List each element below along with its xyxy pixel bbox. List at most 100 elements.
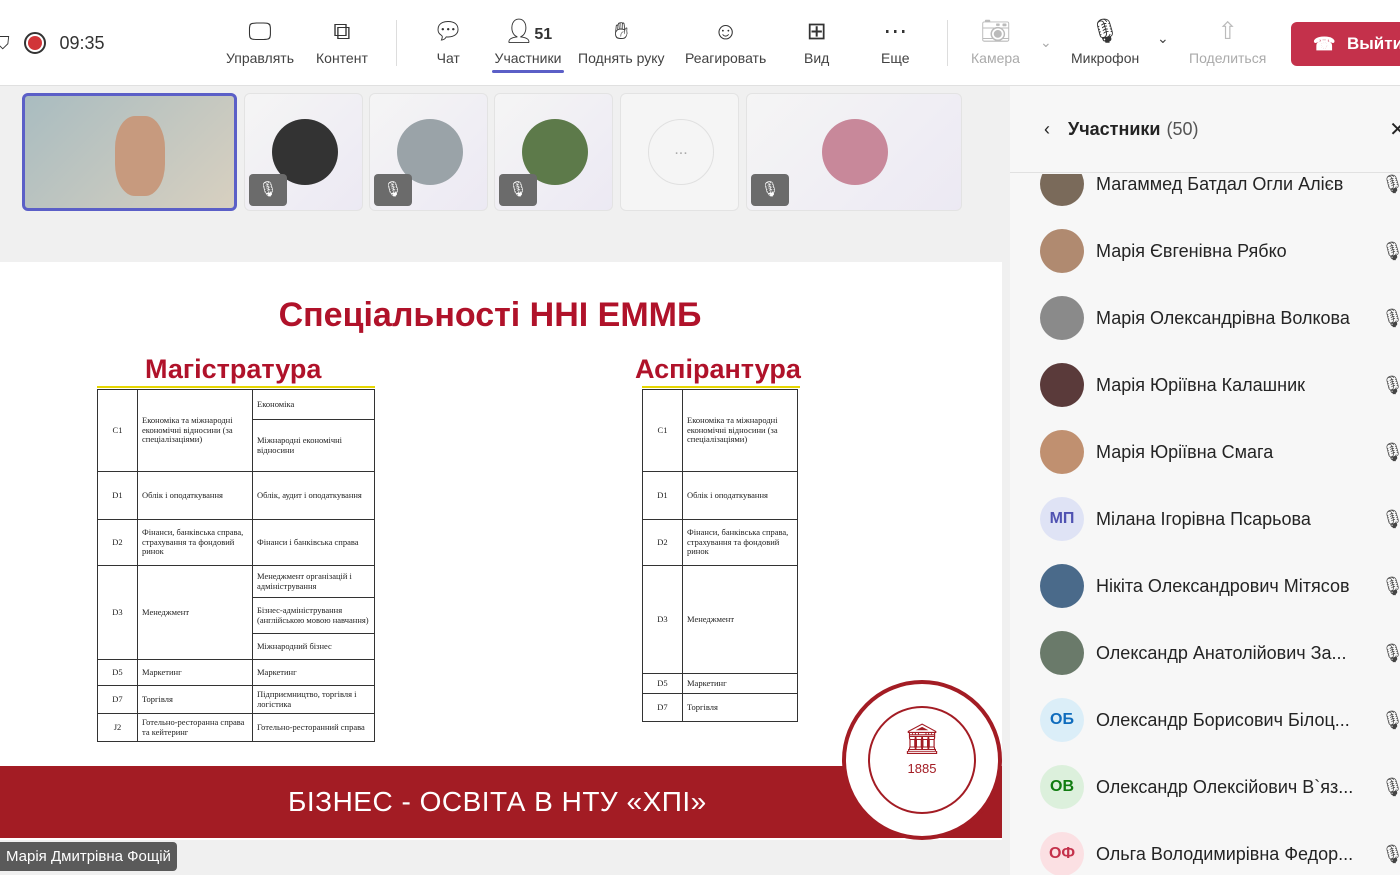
button-label: Контент bbox=[316, 50, 368, 66]
table-row: D1 Облік і оподаткування Облік, аудит і оп… bbox=[97, 471, 375, 520]
mic-off-icon: 🎙︎ bbox=[1381, 709, 1400, 730]
back-chevron-icon[interactable]: ‹ bbox=[1044, 119, 1050, 140]
screen-pointer-icon: 🖵 bbox=[248, 18, 272, 45]
phone-hangup-icon: ☎ bbox=[1313, 34, 1336, 54]
mic-off-icon: 🎙︎ bbox=[1381, 307, 1400, 328]
raise-hand-button[interactable]: ✋︎ Поднять руку bbox=[578, 14, 665, 66]
shared-slide: Спеціальності ННІ ЕММБ Магістратура Аспі… bbox=[0, 262, 1002, 840]
video-tile[interactable]: 🎙︎ bbox=[369, 93, 488, 211]
table-row: D2 Фінанси, банківська справа, страхуванн… bbox=[642, 519, 798, 566]
mic-off-icon: 🎙︎ bbox=[1381, 508, 1400, 529]
code-cell: D7 bbox=[642, 693, 683, 722]
program-cell: Фінанси і банківська справа bbox=[252, 519, 375, 566]
seal-year: 1885 bbox=[907, 761, 937, 776]
meeting-timer: 09:35 bbox=[59, 32, 105, 53]
button-label: Вид bbox=[804, 50, 830, 66]
participant-name: Олександр Борисович Білоц... bbox=[1096, 709, 1350, 730]
participant-item[interactable]: Магаммед Батдал Огли Алієв 🎙︎ bbox=[1010, 174, 1400, 214]
manage-button[interactable]: 🖵 Управлять bbox=[226, 14, 294, 66]
program-cell: Бізнес-адміністрування (англійською мово… bbox=[252, 597, 375, 634]
table-row: D7 Торгівля bbox=[642, 693, 798, 722]
avatar bbox=[1040, 229, 1084, 273]
specialty-cell: Готельно-ресторанна справа та кейтеринг bbox=[137, 713, 253, 742]
participant-item[interactable]: ОБ Олександр Борисович Білоц... 🎙︎ bbox=[1010, 690, 1400, 750]
person-icon: 👤︎51 bbox=[503, 18, 553, 45]
video-tile[interactable]: 🎙︎ bbox=[746, 93, 962, 211]
specialty-cell: Менеджмент bbox=[137, 565, 253, 660]
leave-button[interactable]: ☎ Выйти bbox=[1291, 22, 1400, 66]
participant-item[interactable]: Марія Олександрівна Волкова 🎙︎ bbox=[1010, 288, 1400, 348]
panel-title: Участники bbox=[1068, 118, 1161, 139]
button-label: Еще bbox=[881, 50, 910, 66]
avatar: МП bbox=[1040, 497, 1084, 541]
share-button[interactable]: ⇧ Поделиться bbox=[1189, 14, 1266, 66]
participant-item[interactable]: Олександр Анатолійович За... 🎙︎ bbox=[1010, 623, 1400, 683]
code-cell: D5 bbox=[97, 659, 138, 686]
phd-title: Аспірантура bbox=[635, 354, 801, 384]
code-cell: D2 bbox=[642, 519, 683, 566]
more-participants-tile[interactable]: ... bbox=[620, 93, 739, 211]
avatar bbox=[1040, 631, 1084, 675]
content-button[interactable]: ⧉ Контент bbox=[316, 14, 368, 66]
recording-icon bbox=[23, 32, 46, 54]
specialty-cell: Економіка та міжнародні економічні відно… bbox=[682, 389, 798, 472]
table-row: D2 Фінанси, банківська справа, страхуванн… bbox=[97, 519, 375, 566]
table-row: D3 Менеджмент bbox=[642, 565, 798, 674]
table-row: C1 Економіка та міжнародні економічні від… bbox=[642, 389, 798, 472]
program-cell: Маркетинг bbox=[252, 659, 375, 686]
mic-off-icon: 🎙︎ bbox=[1381, 642, 1400, 663]
mic-options-chevron[interactable]: ⌄ bbox=[1157, 30, 1169, 47]
divider bbox=[642, 386, 800, 388]
chat-button[interactable]: 💬︎ Чат bbox=[433, 14, 463, 66]
button-label: Участники bbox=[494, 50, 562, 66]
participant-item[interactable]: Нікіта Олександрович Мітясов 🎙︎ bbox=[1010, 556, 1400, 616]
microphone-button[interactable]: 🎙︎ Микрофон bbox=[1071, 14, 1139, 66]
mic-off-icon: 🎙︎ bbox=[1381, 441, 1400, 462]
code-cell: C1 bbox=[642, 389, 683, 472]
participant-item[interactable]: ОФ Ольга Володимирівна Федор... 🎙︎ bbox=[1010, 824, 1400, 875]
button-label: Управлять bbox=[226, 50, 294, 66]
participant-name: Олександр Олексійович В`яз... bbox=[1096, 776, 1354, 797]
participant-item[interactable]: Марія Юріївна Смага 🎙︎ bbox=[1010, 422, 1400, 482]
participant-name: Марія Юріївна Калашник bbox=[1096, 374, 1305, 395]
participant-item[interactable]: МП Мілана Ігорівна Псарьова 🎙︎ bbox=[1010, 489, 1400, 549]
react-button[interactable]: ☺ Реагировать bbox=[685, 14, 766, 66]
avatar bbox=[1040, 363, 1084, 407]
specialty-cell: Облік і оподаткування bbox=[137, 471, 253, 520]
avatar: ОБ bbox=[1040, 698, 1084, 742]
smiley-icon: ☺ bbox=[713, 18, 738, 45]
close-icon[interactable]: ✕ bbox=[1389, 117, 1400, 142]
program-cell: Економіка bbox=[252, 389, 375, 420]
participant-item[interactable]: ОВ Олександр Олексійович В`яз... 🎙︎ bbox=[1010, 757, 1400, 817]
divider bbox=[97, 386, 375, 388]
mic-off-icon: 🎙︎ bbox=[1381, 174, 1400, 194]
more-button[interactable]: ⋯ Еще bbox=[881, 14, 910, 66]
university-seal-logo: 🏛︎ 1885 bbox=[842, 680, 1002, 840]
code-cell: D1 bbox=[642, 471, 683, 520]
table-row: J2 Готельно-ресторанна справа та кейтерин… bbox=[97, 713, 375, 742]
participant-name: Нікіта Олександрович Мітясов bbox=[1096, 575, 1350, 596]
code-cell: D1 bbox=[97, 471, 138, 520]
camera-button[interactable]: 📷︎ Камера bbox=[971, 14, 1020, 66]
code-cell: J2 bbox=[97, 713, 138, 742]
view-button[interactable]: ⊞ Вид bbox=[804, 14, 829, 66]
participant-name: Марія Юріївна Смага bbox=[1096, 441, 1274, 462]
participant-item[interactable]: Марія Євгенівна Рябко 🎙︎ bbox=[1010, 221, 1400, 281]
camera-options-chevron[interactable]: ⌄ bbox=[1040, 34, 1052, 51]
participants-button[interactable]: 👤︎51 Участники bbox=[492, 14, 564, 73]
chevron-down-icon: ⌄ bbox=[1157, 30, 1169, 46]
speaker-name-tag: Марія Дмитрівна Фощій bbox=[0, 842, 177, 871]
button-label: Камера bbox=[971, 50, 1020, 66]
video-tile[interactable]: 🎙︎ bbox=[494, 93, 613, 211]
video-tile[interactable]: 🎙︎ bbox=[244, 93, 363, 211]
specialty-cell: Економіка та міжнародні економічні відно… bbox=[137, 389, 253, 472]
table-row: D3 Менеджмент Менеджмент організацій і адм… bbox=[97, 565, 375, 660]
code-cell: D3 bbox=[642, 565, 683, 674]
program-cell: Підприємництво, торгівля і логістика bbox=[252, 685, 375, 714]
video-tile-speaker[interactable] bbox=[22, 93, 237, 211]
participant-item[interactable]: Марія Юріївна Калашник 🎙︎ bbox=[1010, 355, 1400, 415]
specialty-cell: Маркетинг bbox=[682, 673, 798, 694]
mic-off-icon: 🎙︎ bbox=[499, 174, 537, 206]
specialty-cell: Фінанси, банківська справа, страхування … bbox=[682, 519, 798, 566]
program-cell: Міжнародний бізнес bbox=[252, 633, 375, 660]
